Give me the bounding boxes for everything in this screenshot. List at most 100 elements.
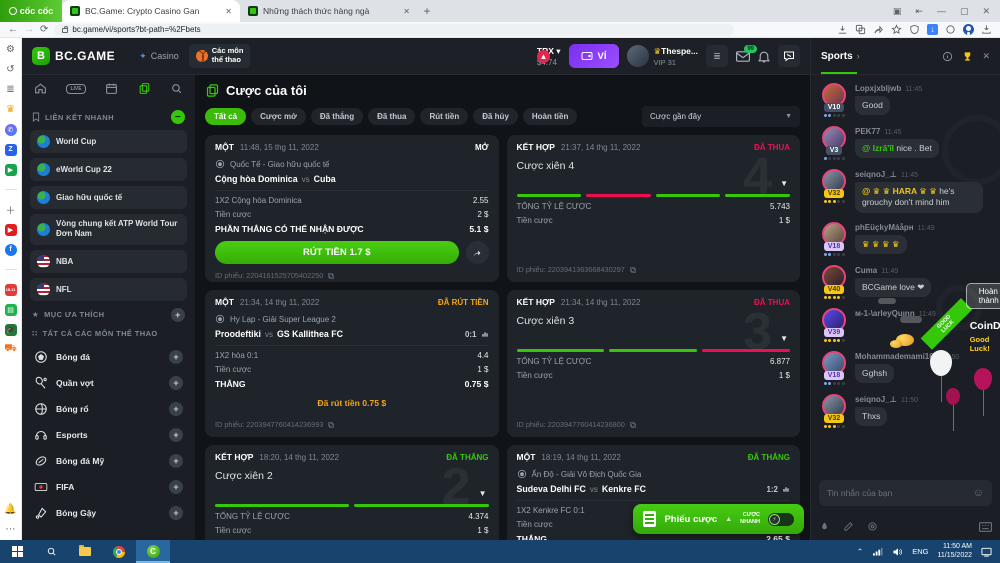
info-icon[interactable] xyxy=(942,51,953,62)
sport-item-fifa[interactable]: FIFA+ xyxy=(30,474,187,500)
facebook-icon[interactable]: f xyxy=(4,243,17,256)
clock[interactable]: 11:50 AM11/15/2022 xyxy=(937,543,972,561)
start-button[interactable] xyxy=(0,540,34,563)
store-app-icon[interactable]: ▤ xyxy=(4,303,17,316)
volume-icon[interactable] xyxy=(892,547,903,557)
expand-sport-button[interactable]: + xyxy=(169,480,183,494)
reading-list-icon[interactable]: ≣ xyxy=(4,83,17,96)
add-shortcut-icon[interactable]: ＋ xyxy=(4,203,17,216)
tab-close-icon[interactable]: ✕ xyxy=(225,7,232,16)
extension-icon[interactable] xyxy=(945,24,956,35)
youtube-icon[interactable]: ▶ xyxy=(4,223,17,236)
nav-sports[interactable]: Các mônthể thao xyxy=(189,44,251,67)
chat-room-label[interactable]: Sports xyxy=(821,51,853,62)
inbox-button[interactable]: 99 xyxy=(736,51,750,62)
stats-icon[interactable] xyxy=(481,330,489,338)
expand-chevron-icon[interactable]: ▼ xyxy=(780,334,788,343)
currency-selector[interactable]: ▲ TRX ▾$4.74 xyxy=(537,46,561,67)
trophy-icon[interactable] xyxy=(962,51,973,62)
filter-all[interactable]: Tất cả xyxy=(205,108,246,125)
browser-tab-active[interactable]: BC.Game: Crypto Casino Gan ✕ xyxy=(62,0,240,22)
file-explorer-button[interactable] xyxy=(68,540,102,563)
user-menu[interactable]: ♛Thespe... VIP 31 xyxy=(627,45,698,67)
quick-link-nfl[interactable]: NFL xyxy=(30,278,187,301)
copy-icon[interactable] xyxy=(629,421,637,429)
filter-open[interactable]: Cược mở xyxy=(251,108,306,125)
sport-item-cricket[interactable]: Bóng Gậy+ xyxy=(30,500,187,526)
messenger-icon[interactable]: ✆ xyxy=(4,123,17,136)
download-active-icon[interactable]: ↓ xyxy=(927,24,938,35)
calendar-app-icon[interactable]: 15.11 xyxy=(4,283,17,296)
coccoc-brand-button[interactable]: cốc cốc xyxy=(0,0,62,22)
filter-lost[interactable]: Đã thua xyxy=(368,108,415,125)
expand-sport-button[interactable]: + xyxy=(169,350,183,364)
profile-avatar-icon[interactable] xyxy=(963,24,974,35)
sort-dropdown[interactable]: Cược gần đây▼ xyxy=(642,106,800,127)
coindrop-icon[interactable] xyxy=(819,521,830,532)
schedule-calendar-icon[interactable] xyxy=(105,82,118,95)
quick-link-atp-finals[interactable]: Vòng chung kết ATP World Tour Đơn Nam xyxy=(30,214,187,245)
search-icon[interactable] xyxy=(170,82,183,95)
translate-icon[interactable] xyxy=(855,24,866,35)
shield-icon[interactable] xyxy=(909,24,920,35)
my-bets-icon[interactable] xyxy=(138,82,151,95)
bet-card-combo-4[interactable]: KẾT HỢP21:37, 14 thg 11, 2022ĐÃ THUA Cượ… xyxy=(507,135,801,282)
filter-cancelled[interactable]: Đã hủy xyxy=(473,108,518,125)
downloads-tray-icon[interactable] xyxy=(981,24,992,35)
window-minimize-button[interactable]: — xyxy=(937,6,946,16)
chip-icon[interactable] xyxy=(867,521,878,532)
browser-tab-inactive[interactable]: Những thách thức hàng ngà ✕ xyxy=(240,0,418,22)
sport-item-american-football[interactable]: Bóng đá Mỹ+ xyxy=(30,448,187,474)
quick-link-world-cup[interactable]: World Cup xyxy=(30,130,187,153)
notification-bell-icon[interactable]: 🔔 xyxy=(4,503,17,516)
filter-refund[interactable]: Hoàn tiền xyxy=(523,108,577,125)
sport-item-football[interactable]: Bóng đá+ xyxy=(30,344,187,370)
bet-card-single-cashout[interactable]: MỘT21:34, 14 thg 11, 2022ĐÃ RÚT TIỀN Hy … xyxy=(205,290,499,437)
close-chat-icon[interactable]: ✕ xyxy=(982,51,990,62)
tray-chevron-icon[interactable]: ⌃ xyxy=(857,547,863,556)
window-close-button[interactable]: ✕ xyxy=(982,6,990,17)
coccoc-taskbar-button[interactable]: C xyxy=(136,540,170,563)
quick-link-international-friendlies[interactable]: Giao hữu quốc tế xyxy=(30,186,187,209)
notifications-bell-icon[interactable] xyxy=(758,50,770,63)
rules-pen-icon[interactable] xyxy=(843,521,854,532)
add-favorite-button[interactable]: + xyxy=(171,308,185,322)
chat-input[interactable] xyxy=(827,488,973,498)
settings-gear-icon[interactable]: ⚙ xyxy=(4,43,17,56)
address-bar[interactable]: bc.game/vi/sports?bt-path=%2Fbets xyxy=(54,24,734,36)
games-icon[interactable]: ▶ xyxy=(4,163,17,176)
new-tab-button[interactable]: + xyxy=(418,0,436,22)
chat-toggle-button[interactable] xyxy=(778,45,800,67)
share-icon[interactable] xyxy=(873,24,884,35)
window-maximize-button[interactable]: ▢ xyxy=(960,6,969,17)
copy-icon[interactable] xyxy=(629,266,637,274)
expand-sport-button[interactable]: + xyxy=(169,454,183,468)
bookmark-star-icon[interactable] xyxy=(891,24,902,35)
quick-link-nba[interactable]: NBA xyxy=(30,250,187,273)
chat-messages[interactable]: V10 Lopxjxbljwb11:45Good V3 PEK7711:45@ … xyxy=(811,75,1000,444)
expand-sport-button[interactable]: + xyxy=(169,376,183,390)
back-button[interactable]: ← xyxy=(8,25,18,35)
expand-sport-button[interactable]: + xyxy=(169,428,183,442)
share-bet-button[interactable] xyxy=(466,241,489,264)
more-icon[interactable]: ⋯ xyxy=(4,523,17,536)
expand-chevron-icon[interactable]: ▼ xyxy=(780,179,788,188)
action-center-icon[interactable] xyxy=(981,547,992,557)
cashout-button[interactable]: RÚT TIỀN 1.7 $ xyxy=(215,241,459,264)
expand-sport-button[interactable]: + xyxy=(169,402,183,416)
quick-bet-toggle[interactable]: ⚡ xyxy=(768,513,794,526)
copy-icon[interactable] xyxy=(327,421,335,429)
wallet-button[interactable]: VÍ xyxy=(569,44,619,68)
reload-button[interactable]: ⟳ xyxy=(40,25,48,35)
filter-cashout[interactable]: Rút tiền xyxy=(420,108,468,125)
quick-link-eworld-cup[interactable]: eWorld Cup 22 xyxy=(30,158,187,181)
taskbar-search-button[interactable] xyxy=(34,540,68,563)
cart-app-icon[interactable]: ⛟ xyxy=(4,343,17,356)
keyboard-icon[interactable] xyxy=(979,522,992,532)
bcgame-logo[interactable]: B BC.GAME xyxy=(32,47,115,65)
bet-card-single-open[interactable]: MỘT11:48, 15 thg 11, 2022MỞ Quốc Tế - Gi… xyxy=(205,135,499,282)
sport-item-tennis[interactable]: Quần vợt+ xyxy=(30,370,187,396)
tab-close-icon[interactable]: ✕ xyxy=(403,7,410,16)
sport-item-esports[interactable]: Esports+ xyxy=(30,422,187,448)
chevron-right-icon[interactable]: › xyxy=(857,51,860,61)
